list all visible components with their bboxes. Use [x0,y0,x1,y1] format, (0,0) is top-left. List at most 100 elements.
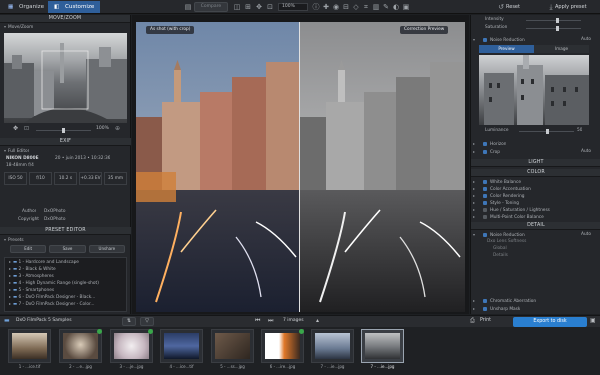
info-icon[interactable]: ⓘ [311,2,321,12]
color-item[interactable]: ▸ Multi-Point Color Balance [473,213,599,220]
detail-item[interactable]: ▾ Noise Reduction Auto [473,231,599,238]
noise-reduction-row[interactable]: ▾ Noise Reduction Auto [473,36,599,43]
tab-preview[interactable]: Preview [479,45,534,53]
move-tool-icon[interactable]: ✥ [254,2,264,12]
crop-mode[interactable]: Auto [581,148,591,155]
export-options-icon[interactable]: ▣ [590,317,596,324]
prev-image-icon[interactable]: ⏮ [255,317,260,325]
compare-button[interactable]: Compare [194,2,228,12]
mask-icon[interactable]: ◐ [391,2,401,12]
next-image-icon[interactable]: ⏭ [268,317,273,325]
color-item[interactable]: ▸ Hue / Saturation / Lightness [473,206,599,213]
crop-row[interactable]: ▸ Crop Auto [473,148,599,155]
noise-mode[interactable]: Auto [581,36,591,43]
histogram-icon[interactable]: ▥ [371,2,381,12]
thumbnail[interactable] [211,329,254,363]
saturation-slider[interactable] [526,26,581,31]
scroll-up-icon[interactable]: ▴ [316,317,319,324]
preset-item[interactable]: ▸ ▬ 5 - Smartphones [5,286,126,293]
split-view-icon[interactable]: ◫ [232,2,242,12]
perspective-icon[interactable]: ◇ [351,2,361,12]
crop-icon[interactable]: ⌗ [361,2,371,12]
reset-button[interactable]: Reset [506,2,520,12]
detail-header[interactable]: DETAIL [471,222,600,230]
preset-editor-header[interactable]: PRESET EDITOR [0,227,131,235]
navigator-thumbnail[interactable] [4,33,127,123]
zoom-field[interactable]: 100% [278,3,308,11]
noise-preview-image[interactable] [479,55,589,125]
thumbnail-selected[interactable] [361,329,404,363]
enable-toggle[interactable] [483,214,487,219]
photo-before[interactable]: As shot (with crop) [136,22,300,312]
color-header[interactable]: COLOR [471,169,600,177]
thumbnail[interactable] [59,329,102,363]
thumbnail[interactable] [110,329,153,363]
preset-edit-button[interactable]: Edit [10,245,47,253]
detail-item[interactable]: Global [473,245,599,252]
tab-image[interactable]: Image [534,45,589,53]
export-button[interactable]: Export to disk [513,317,587,327]
thumbnail[interactable] [261,329,304,363]
enable-toggle[interactable] [483,141,487,146]
unsharp-mask-row[interactable]: ▸ Unsharp Mask [473,305,520,312]
luminance-slider[interactable] [519,129,574,134]
fit-zoom-icon[interactable]: ⊡ [24,125,29,132]
color-item[interactable]: ▸ Color Rendering [473,192,599,199]
horizon-icon[interactable]: ⊟ [341,2,351,12]
enable-toggle[interactable] [483,179,487,184]
horizon-row[interactable]: ▸ Horizon [473,140,506,147]
luminance-value[interactable]: 50 [577,127,582,134]
enable-toggle[interactable] [483,306,487,311]
presets-row[interactable]: ▾ Presets [4,236,24,243]
zoom-slider[interactable] [36,128,91,133]
preset-item[interactable]: ▸ ▬ 1 - Hardcore and Landscape [5,258,126,265]
split-divider[interactable] [299,22,300,312]
enable-toggle[interactable] [483,232,487,237]
chromatic-aberration-row[interactable]: ▸ Chromatic Aberration [473,297,536,304]
photo-after[interactable]: Correction Preview [300,22,465,312]
grid-view-icon[interactable]: ▤ [183,2,193,12]
zoom-in-icon[interactable]: ⊕ [115,125,120,132]
tab-customize[interactable]: ◧ Customize [48,1,101,13]
color-item[interactable]: ▸ White Balance [473,178,599,185]
light-header[interactable]: LIGHT [471,159,600,167]
move-icon[interactable]: ✥ [13,125,18,132]
print-button[interactable]: Print [480,318,491,323]
move-zoom-header[interactable]: MOVE/ZOOM [0,15,130,23]
enable-toggle[interactable] [483,37,487,42]
detail-item[interactable]: Details [473,252,599,259]
enable-toggle[interactable] [483,298,487,303]
preset-item[interactable]: ▸ ▬ 7 - DxO FilmPack Designer - Color... [5,300,126,307]
redeye-icon[interactable]: ◉ [331,2,341,12]
intensity-slider[interactable] [526,18,581,23]
filter-button[interactable]: ▽ [140,317,154,326]
enable-toggle[interactable] [483,193,487,198]
full-editor-row[interactable]: ▾ Full Editor [4,147,29,154]
preset-item[interactable]: ▸ ▬ 2 - Black & White [5,265,126,272]
display-icon[interactable]: ▣ [401,2,411,12]
preset-item[interactable]: ▸ ▬ 6 - DxO FilmPack Designer - Black... [5,293,126,300]
picker-icon[interactable]: ✎ [381,2,391,12]
enable-toggle[interactable] [483,200,487,205]
thumbnail[interactable] [8,329,51,363]
preset-save-button[interactable]: Save [49,245,86,253]
tab-organize[interactable]: ▦ Organize [2,1,50,13]
color-item[interactable]: ▸ Style - Toning [473,199,599,206]
apply-preset-button[interactable]: Apply preset [555,2,587,12]
crop-tool-icon[interactable]: ⊞ [243,2,253,12]
preset-item[interactable]: ▸ ▬ 4 - High Dynamic Range (single-shot) [5,279,126,286]
color-item[interactable]: ▸ Color Accentuation [473,185,599,192]
detail-item[interactable]: Dxo Lens Softness [473,238,599,245]
thumbnail[interactable] [160,329,203,363]
enable-toggle[interactable] [483,207,487,212]
preset-unshare-button[interactable]: Unshare [88,245,125,253]
move-zoom-sub[interactable]: ▾ Move/Zoom [0,23,130,30]
enable-toggle[interactable] [483,186,487,191]
detail-mode[interactable]: Auto [581,231,591,238]
fit-icon[interactable]: ⊡ [265,2,275,12]
preset-item[interactable]: ▸ ▬ 3 - Atmospheres [5,272,126,279]
enable-toggle[interactable] [483,149,487,154]
thumbnail[interactable] [311,329,354,363]
folder-path[interactable]: DxO FilmPack 5 Samples [16,318,72,323]
repair-icon[interactable]: ✚ [321,2,331,12]
